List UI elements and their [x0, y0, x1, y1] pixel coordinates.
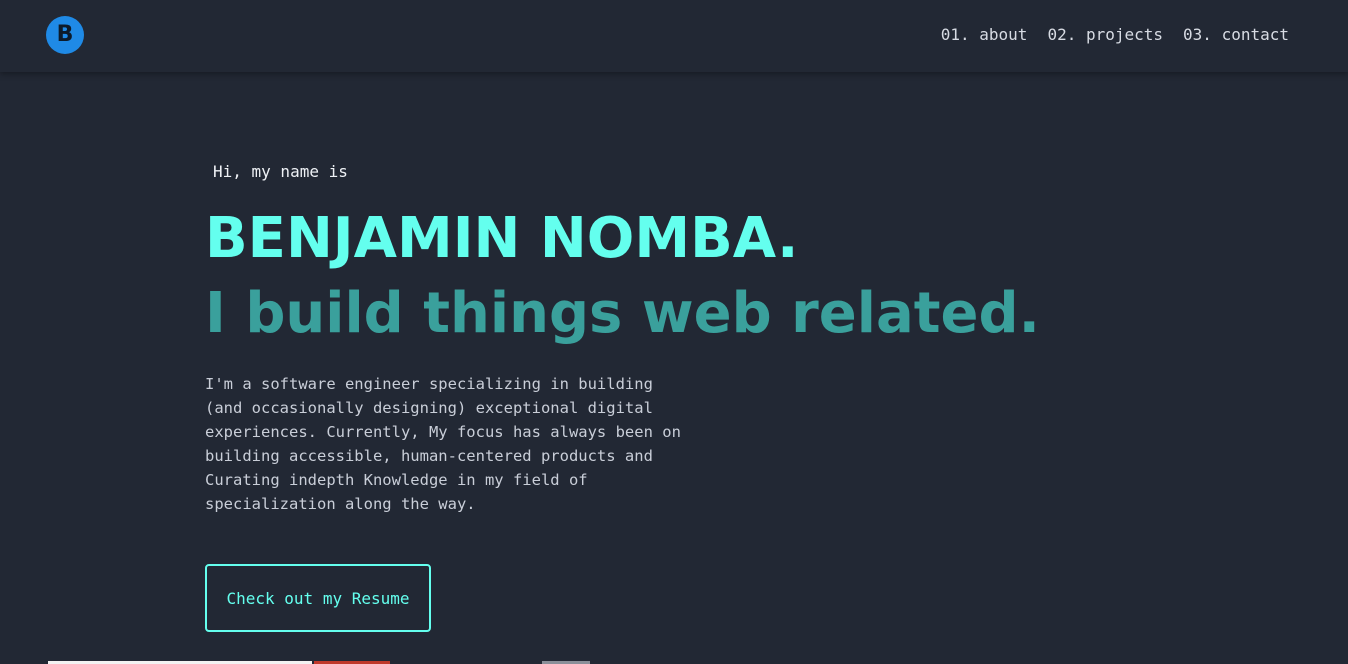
- hero-name: BENJAMIN NOMBA.: [205, 206, 799, 271]
- hero-greeting: Hi, my name is: [213, 162, 348, 181]
- nav-link-projects[interactable]: 02. projects: [1047, 25, 1163, 44]
- logo[interactable]: B: [46, 16, 84, 54]
- nav-link-contact[interactable]: 03. contact: [1183, 25, 1289, 44]
- logo-letter: B: [56, 22, 74, 47]
- hero-bio: I'm a software engineer specializing in …: [205, 375, 681, 513]
- navbar: B 01. about 02. projects 03. contact: [0, 0, 1348, 72]
- nav-links: 01. about 02. projects 03. contact: [941, 25, 1289, 44]
- resume-button[interactable]: Check out my Resume: [205, 564, 431, 632]
- hero-tagline: I build things web related.: [205, 281, 1040, 346]
- nav-link-about[interactable]: 01. about: [941, 25, 1028, 44]
